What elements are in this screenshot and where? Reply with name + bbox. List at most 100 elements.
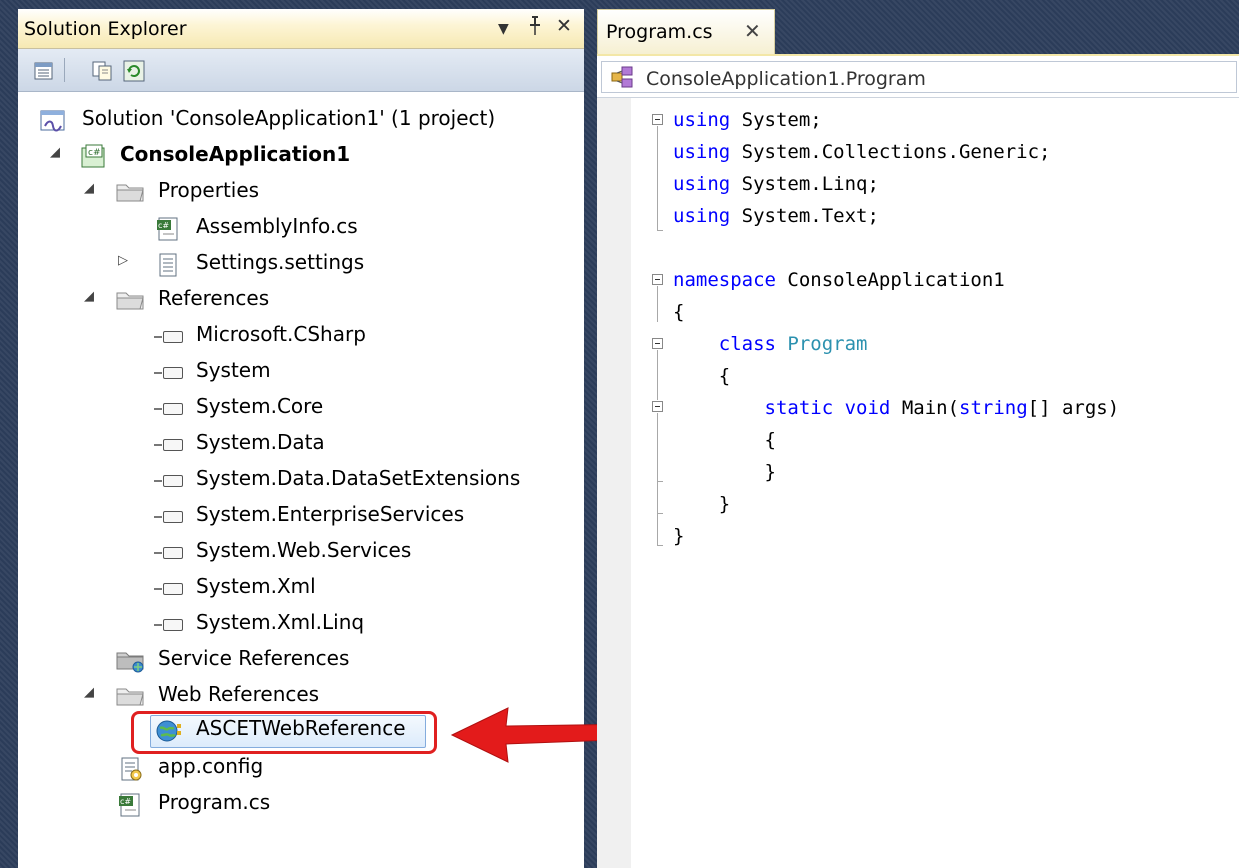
close-tab-icon[interactable]: ✕ [744, 19, 761, 43]
properties-label: Properties [158, 178, 260, 202]
project-label: ConsoleApplication1 [120, 142, 351, 166]
tab-program-cs[interactable]: Program.cs ✕ [597, 9, 775, 54]
show-all-files-icon[interactable] [90, 59, 114, 83]
tab-label: Program.cs [606, 21, 713, 43]
outline-end [657, 481, 663, 482]
tree-item-references[interactable]: ◢ References [18, 283, 578, 317]
code-line: using System.Linq; [673, 173, 879, 195]
outline-line [657, 286, 658, 322]
references-folder-icon [116, 289, 146, 311]
tree-item-solution[interactable]: Solution 'ConsoleApplication1' (1 projec… [18, 103, 578, 137]
service-references-folder-icon [116, 649, 146, 673]
csharp-file-icon: c# [156, 216, 180, 241]
solution-icon [40, 108, 65, 132]
code-line: using System; [673, 109, 822, 131]
reference-icon [154, 331, 186, 343]
tree-item-reference[interactable]: System.Data [18, 427, 578, 461]
settings-label: Settings.settings [196, 250, 365, 274]
tree-item-settings[interactable]: ▷ Settings.settings [18, 247, 578, 281]
svg-text:c#: c# [120, 797, 131, 806]
reference-label: Microsoft.CSharp [196, 322, 366, 346]
type-dropdown-label: ConsoleApplication1.Program [646, 68, 926, 90]
expanded-arrow-icon[interactable]: ◢ [84, 289, 98, 309]
reference-label: System [196, 358, 271, 382]
code-line: } [673, 525, 685, 547]
code-line: class Program [718, 333, 868, 355]
web-references-label: Web References [158, 682, 320, 706]
outline-line [657, 350, 658, 400]
assemblyinfo-label: AssemblyInfo.cs [196, 214, 358, 238]
editor-navigation-bar: ConsoleApplication1.Program [597, 54, 1239, 98]
class-members-icon [610, 65, 638, 93]
code-line: } [764, 461, 776, 483]
outline-end [657, 230, 663, 231]
reference-icon [154, 583, 186, 595]
outline-end [657, 513, 663, 514]
solution-explorer-title: Solution Explorer [24, 18, 187, 40]
collapse-class-icon[interactable] [652, 338, 663, 349]
window-position-dropdown-icon[interactable]: ▼ [498, 21, 509, 37]
app-config-label: app.config [158, 754, 264, 778]
code-line: static void Main(string[] args) [764, 397, 1120, 419]
code-editor: Program.cs ✕ ConsoleApplication1.Program… [597, 9, 1239, 868]
reference-icon [154, 403, 186, 415]
tree-item-reference[interactable]: System.Xml.Linq [18, 607, 578, 641]
tree-item-reference[interactable]: Microsoft.CSharp [18, 319, 578, 353]
tree-item-reference[interactable]: System.Web.Services [18, 535, 578, 569]
type-dropdown[interactable]: ConsoleApplication1.Program [601, 61, 1237, 93]
reference-label: System.EnterpriseServices [196, 502, 465, 526]
reference-label: System.Xml [196, 574, 316, 598]
reference-icon [154, 511, 186, 523]
code-line: namespace ConsoleApplication1 [673, 269, 1005, 291]
reference-label: System.Data.DataSetExtensions [196, 466, 521, 490]
indicator-margin [597, 98, 631, 868]
expanded-arrow-icon[interactable]: ◢ [50, 145, 64, 165]
code-line: } [718, 493, 731, 515]
tree-item-project[interactable]: ◢ c# ConsoleApplication1 [18, 139, 578, 173]
reference-icon [154, 475, 186, 487]
refresh-icon[interactable] [122, 59, 146, 83]
reference-label: System.Core [196, 394, 324, 418]
reference-label: System.Xml.Linq [196, 610, 365, 634]
service-references-label: Service References [158, 646, 350, 670]
tree-item-reference[interactable]: System [18, 355, 578, 389]
tree-item-properties[interactable]: ◢ Properties [18, 175, 578, 209]
close-panel-icon[interactable]: ✕ [556, 15, 572, 37]
annotation-highlight-box [131, 711, 437, 754]
tree-item-reference[interactable]: System.EnterpriseServices [18, 499, 578, 533]
code-line: using System.Text; [673, 205, 879, 227]
collapse-namespace-icon[interactable] [652, 274, 663, 285]
pin-icon[interactable] [528, 15, 542, 42]
web-references-folder-icon [116, 685, 146, 707]
reference-label: System.Data [196, 430, 325, 454]
properties-folder-icon [116, 181, 146, 203]
reference-icon [154, 439, 186, 451]
solution-explorer-toolbar [18, 49, 584, 92]
properties-icon[interactable] [32, 59, 56, 83]
reference-icon [154, 619, 186, 631]
config-file-icon [118, 756, 142, 781]
references-label: References [158, 286, 270, 310]
solution-explorer-titlebar: Solution Explorer ▼ ✕ [18, 9, 584, 49]
tree-item-program-cs[interactable]: c# Program.cs [18, 787, 578, 821]
tree-item-reference[interactable]: System.Xml [18, 571, 578, 605]
tree-item-reference[interactable]: System.Core [18, 391, 578, 425]
collapsed-arrow-icon[interactable]: ▷ [118, 253, 132, 273]
code-area[interactable]: using System; using System.Collections.G… [597, 98, 1239, 868]
csharp-project-icon: c# [80, 144, 105, 168]
csharp-file-icon: c# [118, 792, 142, 817]
tree-item-assemblyinfo[interactable]: c# AssemblyInfo.cs [18, 211, 578, 245]
code-line: { [673, 301, 685, 323]
collapse-using-icon[interactable] [652, 114, 663, 125]
expanded-arrow-icon[interactable]: ◢ [84, 685, 98, 705]
outline-line [657, 413, 658, 545]
expanded-arrow-icon[interactable]: ◢ [84, 181, 98, 201]
tree-item-reference[interactable]: System.Data.DataSetExtensions [18, 463, 578, 497]
svg-text:c#: c# [158, 221, 169, 230]
tree-item-service-references[interactable]: Service References [18, 643, 578, 677]
editor-tabstrip: Program.cs ✕ [597, 9, 1239, 54]
outline-line [657, 126, 658, 230]
outline-end [657, 545, 663, 546]
solution-label: Solution 'ConsoleApplication1' (1 projec… [82, 106, 496, 130]
collapse-method-icon[interactable] [652, 401, 663, 412]
